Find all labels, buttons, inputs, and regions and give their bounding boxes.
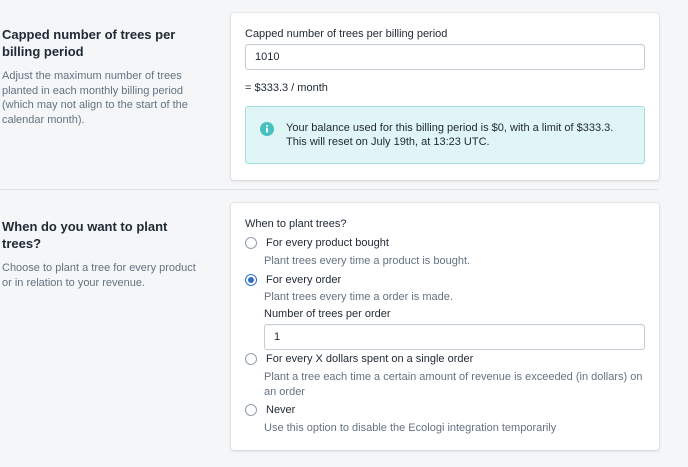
radio-button-never[interactable] (245, 404, 257, 416)
plant-section-description-block: When do you want to plant trees? Choose … (2, 218, 207, 290)
cap-card: Capped number of trees per billing perio… (231, 13, 659, 180)
cap-section-description: Adjust the maximum number of trees plant… (2, 70, 188, 126)
radio-button-per-order[interactable] (245, 274, 257, 286)
help-text-per-product: Plant trees every time a product is boug… (264, 255, 471, 267)
cap-section-title: Capped number of trees per billing perio… (2, 27, 176, 59)
plant-section-title: When do you want to plant trees? (2, 219, 168, 251)
section-divider (0, 189, 658, 190)
radio-option-per-dollars[interactable]: For every X dollars spent on a single or… (245, 352, 473, 366)
cap-field-label: Capped number of trees per billing perio… (245, 28, 448, 40)
radio-option-per-order[interactable]: For every order (245, 273, 341, 287)
balance-info-text: Your balance used for this billing perio… (286, 121, 613, 149)
help-text-per-order: Plant trees every time a order is made. (264, 291, 453, 303)
radio-option-never[interactable]: Never (245, 403, 295, 417)
cap-trees-input[interactable] (245, 44, 645, 70)
help-text-per-dollars: Plant a tree each time a certain amount … (264, 371, 643, 398)
trees-per-order-input[interactable] (264, 324, 645, 350)
radio-option-per-product[interactable]: For every product bought (245, 236, 389, 250)
radio-label-per-order[interactable]: For every order (266, 273, 341, 287)
radio-button-per-dollars[interactable] (245, 353, 257, 365)
balance-info-banner: Your balance used for this billing perio… (245, 106, 645, 164)
plant-section: When do you want to plant trees? Choose … (0, 192, 688, 467)
balance-info-line-2: This will reset on July 19th, at 13:23 U… (286, 136, 490, 148)
radio-label-per-dollars[interactable]: For every X dollars spent on a single or… (266, 352, 473, 366)
radio-label-per-product[interactable]: For every product bought (266, 236, 389, 250)
cap-section-description-block: Capped number of trees per billing perio… (2, 26, 207, 127)
balance-info-line-1: Your balance used for this billing perio… (286, 122, 614, 134)
info-icon (260, 122, 274, 136)
cap-section: Capped number of trees per billing perio… (0, 0, 688, 190)
help-text-never: Use this option to disable the Ecologi i… (264, 422, 557, 434)
radio-label-never[interactable]: Never (266, 403, 295, 417)
plant-group-label: When to plant trees? (245, 218, 347, 230)
plant-section-description: Choose to plant a tree for every product… (2, 262, 196, 289)
computed-monthly-cost: = $333.3 / month (245, 82, 328, 94)
trees-per-order-label: Number of trees per order (264, 308, 391, 320)
plant-card: When to plant trees? For every product b… (231, 203, 659, 450)
radio-button-per-product[interactable] (245, 237, 257, 249)
